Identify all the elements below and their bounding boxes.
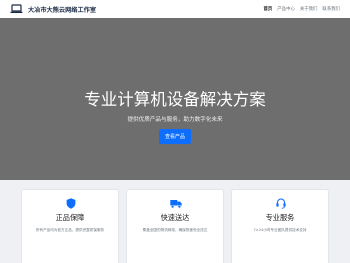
- navbar: 大冶市大熊云网络工作室 首页 产品中心 关于我们 联系我们: [0, 0, 350, 18]
- feature-card-delivery: 快速送达 覆盖全国的物流网络，确保快速安全送达: [126, 189, 224, 263]
- hero-subtitle: 提供优质产品与服务，助力数字化未来: [127, 117, 223, 123]
- nav-link-products[interactable]: 产品中心: [277, 6, 295, 12]
- hero-banner: 专业计算机设备解决方案 提供优质产品与服务，助力数字化未来 查看产品: [0, 18, 350, 180]
- feature-cards: 正品保障 所有产品均为官方正品，提供完整质保服务 快速送达 覆盖全国的物流网络，…: [21, 189, 330, 263]
- feature-card-service: 专业服务 7×24小时专业团队提供技术支持: [231, 189, 329, 263]
- feature-title: 专业服务: [265, 213, 295, 222]
- feature-title: 正品保障: [55, 213, 85, 222]
- hero-title: 专业计算机设备解决方案: [84, 90, 266, 109]
- headset-icon: [276, 198, 286, 209]
- feature-card-genuine: 正品保障 所有产品均为官方正品，提供完整质保服务: [21, 189, 119, 263]
- truck-icon: [170, 200, 182, 209]
- shield-icon: [66, 198, 76, 209]
- feature-title: 快速送达: [160, 213, 190, 222]
- nav-link-home[interactable]: 首页: [263, 6, 272, 12]
- view-products-button[interactable]: 查看产品: [159, 129, 191, 144]
- brand[interactable]: 大冶市大熊云网络工作室: [10, 4, 96, 14]
- nav-link-contact[interactable]: 联系我们: [322, 6, 340, 12]
- feature-desc: 覆盖全国的物流网络，确保快速安全送达: [142, 228, 208, 232]
- feature-desc: 7×24小时专业团队提供技术支持: [253, 228, 307, 232]
- nav-link-about[interactable]: 关于我们: [300, 6, 318, 12]
- laptop-icon: [10, 4, 23, 13]
- feature-desc: 所有产品均为官方正品，提供完整质保服务: [35, 228, 105, 232]
- nav-menu: 首页 产品中心 关于我们 联系我们: [263, 6, 340, 12]
- brand-name: 大冶市大熊云网络工作室: [28, 6, 97, 14]
